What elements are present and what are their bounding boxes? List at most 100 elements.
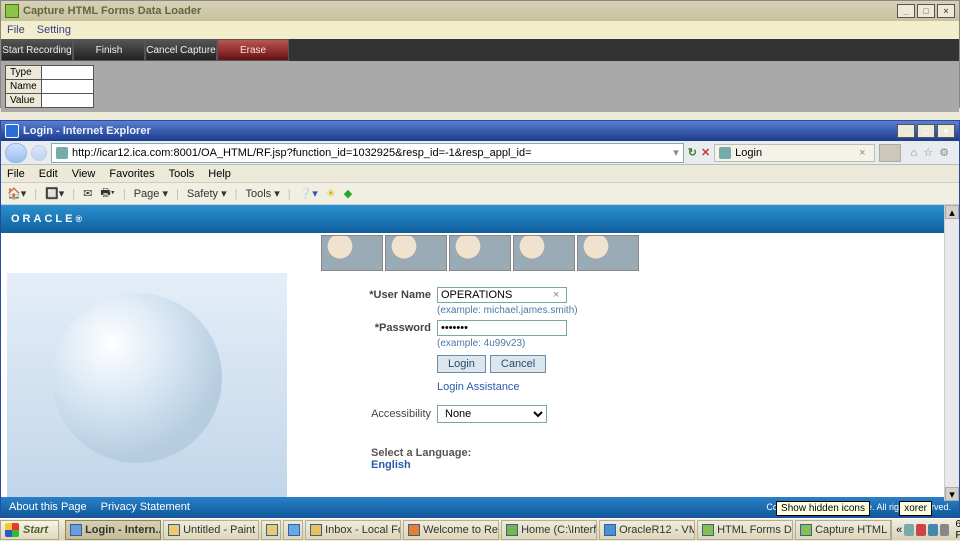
taskbar-item[interactable]: Home (C:\Interf... xyxy=(501,520,597,540)
about-page-link[interactable]: About this Page xyxy=(9,501,87,513)
capture-titlebar[interactable]: Capture HTML Forms Data Loader _ □ × xyxy=(1,1,959,21)
outlook-icon xyxy=(310,524,322,536)
tray-icon[interactable] xyxy=(928,524,938,536)
capture-maximize-button[interactable]: □ xyxy=(917,4,935,18)
address-bar[interactable]: ▾ xyxy=(51,143,684,163)
capture-icon xyxy=(800,524,812,536)
ie-menubar: File Edit View Favorites Tools Help xyxy=(1,165,959,183)
scroll-up-icon[interactable]: ▴ xyxy=(945,205,959,219)
folder-icon xyxy=(266,524,278,536)
addr-dropdown-icon[interactable]: ▾ xyxy=(673,146,679,159)
menu-view[interactable]: View xyxy=(72,168,96,180)
toolbar-tools[interactable]: Tools ▾ xyxy=(245,187,279,200)
feeds-icon[interactable]: 🔲▾ xyxy=(45,187,64,200)
start-recording-button[interactable]: Start Recording xyxy=(1,39,73,61)
banner-images-strip xyxy=(1,233,959,273)
url-input[interactable] xyxy=(72,147,669,159)
page-favicon xyxy=(56,147,68,159)
favorites-icon[interactable]: ☆ xyxy=(923,146,933,159)
ie-minimize-button[interactable]: _ xyxy=(897,124,915,138)
username-label: *User Name xyxy=(307,289,437,301)
toolbar-page[interactable]: Page ▾ xyxy=(134,187,168,200)
menu-help[interactable]: Help xyxy=(208,168,231,180)
ie-maximize-button[interactable]: □ xyxy=(917,124,935,138)
tray-icon[interactable] xyxy=(916,524,926,536)
tray-icon[interactable] xyxy=(940,524,950,536)
capture-menubar: File Setting xyxy=(1,21,959,39)
capture-toolbar: Start Recording Finish Cancel Capture Er… xyxy=(1,39,959,61)
tray-icon[interactable] xyxy=(904,524,914,536)
ie-close-button[interactable]: × xyxy=(937,124,955,138)
taskbar-item[interactable] xyxy=(261,520,281,540)
capture-properties-table: Type Name Value xyxy=(5,65,94,108)
start-button[interactable]: Start xyxy=(0,520,59,540)
scroll-down-icon[interactable]: ▾ xyxy=(945,487,959,501)
menu-favorites[interactable]: Favorites xyxy=(109,168,154,180)
erase-button[interactable]: Erase xyxy=(217,39,289,61)
cancel-button[interactable]: Cancel xyxy=(490,355,546,373)
taskbar-item[interactable]: OracleR12 - VM... xyxy=(599,520,695,540)
toolbar-extra-icon[interactable]: ☀ xyxy=(326,187,336,200)
prop-value-label: Value xyxy=(6,94,42,108)
clock[interactable]: 6:59 PM xyxy=(951,519,960,541)
tray-expand-icon[interactable]: « xyxy=(896,524,902,536)
oracle-logo: ORACLE® xyxy=(1,205,959,233)
system-tray: « 6:59 PM xyxy=(891,520,960,540)
taskbar-item[interactable]: Welcome to Re... xyxy=(403,520,499,540)
toolbar-extra2-icon[interactable]: ◆ xyxy=(344,187,352,200)
capture-menu-setting[interactable]: Setting xyxy=(37,24,71,36)
toolbar-safety[interactable]: Safety ▾ xyxy=(187,187,227,200)
password-input[interactable] xyxy=(437,320,567,336)
login-button[interactable]: Login xyxy=(437,355,486,373)
ie-logo-icon xyxy=(5,124,19,138)
print-icon[interactable]: 🖶▾ xyxy=(100,184,114,203)
accessibility-select[interactable]: None xyxy=(437,405,547,423)
vertical-scrollbar[interactable]: ▴ ▾ xyxy=(944,205,959,501)
paint-icon xyxy=(168,524,180,536)
language-english-link[interactable]: English xyxy=(371,459,411,471)
home-dropdown-icon[interactable]: 🏠▾ xyxy=(7,187,26,200)
login-form: *User Name × (example: michael.james.smi… xyxy=(287,273,959,497)
page-content: ORACLE® *User Name × (example: michael.j… xyxy=(1,205,959,517)
ie-icon xyxy=(70,524,82,536)
new-tab-button[interactable] xyxy=(879,144,901,162)
capture-title: Capture HTML Forms Data Loader xyxy=(23,5,895,17)
username-input[interactable] xyxy=(437,287,567,303)
back-button[interactable] xyxy=(5,143,27,163)
password-label: *Password xyxy=(307,322,437,334)
privacy-link[interactable]: Privacy Statement xyxy=(101,501,190,513)
clear-username-icon[interactable]: × xyxy=(553,289,559,301)
ie-command-bar: 🏠▾| 🔲▾| ✉ 🖶▾| Page ▾| Safety ▾| Tools ▾|… xyxy=(1,183,959,205)
menu-file[interactable]: File xyxy=(7,168,25,180)
finish-button[interactable]: Finish xyxy=(73,39,145,61)
browser-tab[interactable]: Login × xyxy=(714,144,874,162)
prop-name-value xyxy=(41,80,93,94)
stop-button[interactable]: ✕ xyxy=(701,146,710,159)
login-assistance-link[interactable]: Login Assistance xyxy=(437,381,520,393)
menu-edit[interactable]: Edit xyxy=(39,168,58,180)
capture-menu-file[interactable]: File xyxy=(7,24,25,36)
tray-tooltip-2: xorer xyxy=(899,501,932,516)
capture-minimize-button[interactable]: _ xyxy=(897,4,915,18)
taskbar-item[interactable]: HTML Forms Da... xyxy=(697,520,793,540)
prop-type-label: Type xyxy=(6,66,42,80)
refresh-button[interactable]: ↻ xyxy=(688,146,697,159)
taskbar-item[interactable]: Inbox - Local Fo... xyxy=(305,520,401,540)
taskbar-item[interactable]: Login - Intern... xyxy=(65,520,161,540)
taskbar-item[interactable] xyxy=(283,520,303,540)
menu-tools[interactable]: Tools xyxy=(169,168,195,180)
taskbar-item[interactable]: Capture HTML ... xyxy=(795,520,891,540)
cancel-capture-button[interactable]: Cancel Capture xyxy=(145,39,217,61)
tab-close-button[interactable]: × xyxy=(859,147,865,159)
username-hint: (example: michael.james.smith) xyxy=(437,305,939,320)
tools-gear-icon[interactable]: ⚙ xyxy=(939,146,949,159)
home-icon[interactable]: ⌂ xyxy=(911,147,918,159)
windows-logo-icon xyxy=(5,523,19,537)
taskbar-item[interactable]: Untitled - Paint xyxy=(163,520,259,540)
capture-close-button[interactable]: × xyxy=(937,4,955,18)
forward-button[interactable] xyxy=(31,145,47,161)
readmail-icon[interactable]: ✉ xyxy=(83,187,92,200)
help-icon[interactable]: ❔▾ xyxy=(299,187,318,200)
ie-title: Login - Internet Explorer xyxy=(23,125,895,137)
ie-titlebar[interactable]: Login - Internet Explorer _ □ × xyxy=(1,121,959,141)
